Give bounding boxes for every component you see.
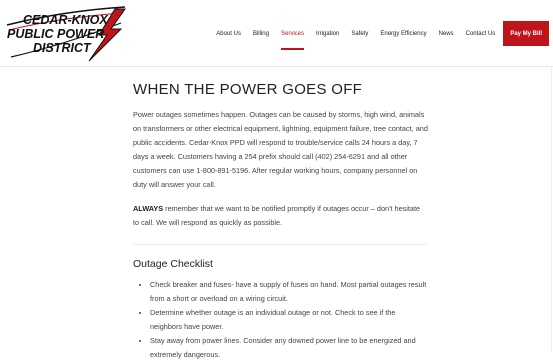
notice-text: remember that we want to be notified pro… bbox=[133, 204, 421, 227]
nav-safety[interactable]: Safety bbox=[351, 0, 368, 67]
checklist-item: Check breaker and fuses- have a supply o… bbox=[150, 278, 428, 306]
page-title: WHEN THE POWER GOES OFF bbox=[133, 81, 363, 98]
nav-services[interactable]: Services bbox=[280, 0, 305, 67]
notice-emphasis: ALWAYS bbox=[133, 204, 164, 213]
page-edge-divider bbox=[551, 67, 552, 352]
checklist-item: Stay away from power lines. Consider any… bbox=[150, 334, 428, 362]
svg-text:PUBLIC POWER: PUBLIC POWER bbox=[7, 27, 104, 41]
checklist-heading: Outage Checklist bbox=[133, 258, 213, 270]
nav-billing[interactable]: Billing bbox=[253, 0, 269, 67]
cedar-knox-logo-icon: CEDAR-KNOX PUBLIC POWER DISTRICT bbox=[6, 6, 126, 62]
nav-contact-us[interactable]: Contact Us bbox=[466, 0, 496, 67]
main-content: WHEN THE POWER GOES OFF Power outages so… bbox=[133, 80, 428, 362]
nav-news[interactable]: News bbox=[439, 0, 454, 67]
svg-text:DISTRICT: DISTRICT bbox=[33, 41, 92, 55]
nav-about-us[interactable]: About Us bbox=[216, 0, 241, 67]
svg-text:CEDAR-KNOX: CEDAR-KNOX bbox=[23, 13, 108, 27]
pay-my-bill-button[interactable]: Pay My Bill bbox=[503, 21, 549, 46]
notice-paragraph: ALWAYS remember that we want to be notif… bbox=[133, 202, 428, 230]
checklist-item: Determine whether outage is an individua… bbox=[150, 306, 428, 334]
nav-energy-efficiency[interactable]: Energy Efficiency bbox=[380, 0, 426, 67]
outage-checklist: Check breaker and fuses- have a supply o… bbox=[133, 278, 428, 362]
main-nav: About Us Billing Services Irrigation Saf… bbox=[210, 0, 549, 67]
site-header: CEDAR-KNOX PUBLIC POWER DISTRICT About U… bbox=[0, 0, 553, 67]
site-logo[interactable]: CEDAR-KNOX PUBLIC POWER DISTRICT bbox=[3, 5, 133, 63]
section-divider bbox=[133, 244, 428, 245]
nav-irrigation[interactable]: Irrigation bbox=[316, 0, 339, 67]
intro-paragraph: Power outages sometimes happen. Outages … bbox=[133, 110, 428, 189]
